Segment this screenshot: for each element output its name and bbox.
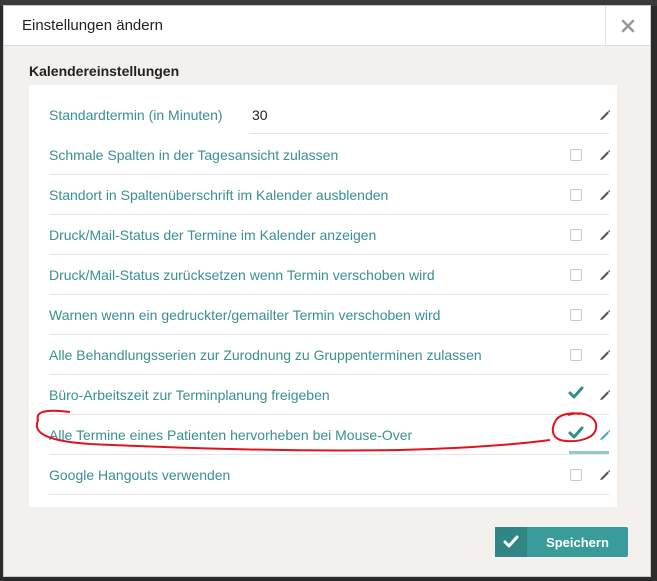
checkbox[interactable] <box>570 229 582 241</box>
setting-row: Druck/Mail-Status der Termine im Kalende… <box>49 215 611 255</box>
pencil-icon[interactable] <box>598 268 611 281</box>
setting-label: Druck/Mail-Status der Termine im Kalende… <box>49 227 377 243</box>
setting-row: Warnen wenn ein gedruckter/gemailter Ter… <box>49 295 611 335</box>
setting-row: Schmale Spalten in der Tagesansicht zula… <box>49 135 611 175</box>
setting-row: Alle Behandlungsserien zur Zurodnung zu … <box>49 335 611 375</box>
settings-dialog: Einstellungen ändern Kalendereinstellung… <box>3 5 651 577</box>
pencil-icon[interactable] <box>598 468 611 481</box>
setting-value[interactable]: 30 <box>252 107 268 123</box>
pencil-icon[interactable] <box>598 108 611 121</box>
setting-row: Standort in Spaltenüberschrift im Kalend… <box>49 175 611 215</box>
pencil-icon[interactable] <box>598 148 611 161</box>
setting-label: Google Hangouts verwenden <box>49 467 231 483</box>
setting-row: Büro-Arbeitszeit zur Terminplanung freig… <box>49 375 611 415</box>
setting-label: Standort in Spaltenüberschrift im Kalend… <box>49 187 389 203</box>
pencil-icon[interactable] <box>598 388 611 401</box>
dialog-title: Einstellungen ändern <box>22 17 163 34</box>
pencil-icon[interactable] <box>598 188 611 201</box>
save-button[interactable]: Speichern <box>495 527 628 557</box>
pencil-icon[interactable] <box>598 228 611 241</box>
setting-label: Büro-Arbeitszeit zur Terminplanung freig… <box>49 387 330 403</box>
save-button-label: Speichern <box>546 534 609 550</box>
checkbox[interactable] <box>570 269 582 281</box>
settings-panel: Standardtermin (in Minuten) 30 Schmale Spa… <box>29 85 617 507</box>
close-button[interactable] <box>605 6 650 45</box>
checkbox[interactable] <box>570 349 582 361</box>
setting-row: Standardtermin (in Minuten) 30 <box>49 95 611 135</box>
checkbox[interactable] <box>570 309 582 321</box>
setting-label: Alle Termine eines Patienten hervorheben… <box>49 427 413 443</box>
setting-label: Standardtermin (in Minuten) <box>49 107 223 123</box>
setting-row: Alle Termine eines Patienten hervorheben… <box>49 415 611 455</box>
pencil-icon[interactable] <box>598 428 611 441</box>
setting-label: Alle Behandlungsserien zur Zurodnung zu … <box>49 347 482 363</box>
checked-checkbox-icon[interactable] <box>567 424 585 442</box>
checkbox[interactable] <box>570 469 582 481</box>
checkbox[interactable] <box>570 189 582 201</box>
pencil-icon[interactable] <box>598 308 611 321</box>
checked-checkbox-icon[interactable] <box>567 384 585 402</box>
pencil-icon[interactable] <box>598 348 611 361</box>
setting-label: Schmale Spalten in der Tagesansicht zula… <box>49 147 339 163</box>
active-edit-underline <box>569 451 609 454</box>
checkbox[interactable] <box>570 149 582 161</box>
setting-row: Druck/Mail-Status zurücksetzen wenn Term… <box>49 255 611 295</box>
setting-label: Druck/Mail-Status zurücksetzen wenn Term… <box>49 267 435 283</box>
dialog-header: Einstellungen ändern <box>4 6 650 46</box>
setting-label: Warnen wenn ein gedruckter/gemailter Ter… <box>49 307 441 323</box>
close-icon <box>621 19 635 32</box>
check-icon <box>495 527 527 557</box>
setting-row: Google Hangouts verwenden <box>49 455 611 495</box>
section-title: Kalendereinstellungen <box>29 63 180 79</box>
value-underline <box>249 133 609 134</box>
